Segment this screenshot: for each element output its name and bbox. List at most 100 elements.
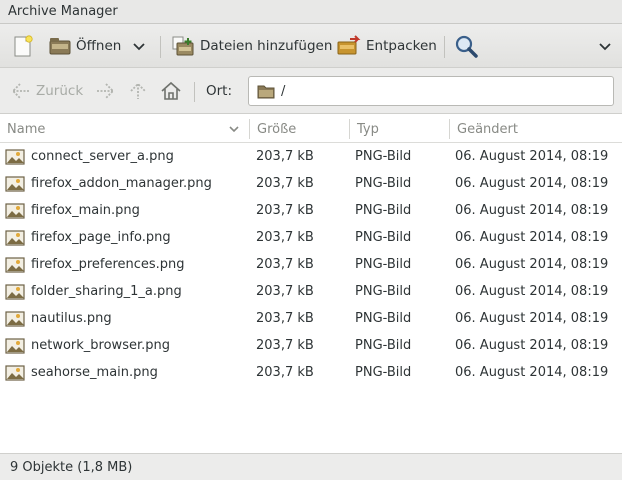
file-modified: 06. August 2014, 08:19 (455, 203, 609, 218)
folder-icon (257, 83, 275, 99)
image-file-icon (5, 224, 25, 251)
main-toolbar: Öffnen Dateien hinzufügen Entpacken (0, 24, 622, 68)
file-size: 203,7 kB (256, 257, 314, 272)
open-archive-icon (48, 35, 72, 57)
up-button[interactable] (128, 80, 148, 102)
search-button[interactable] (454, 32, 480, 60)
toolbar-separator (444, 36, 445, 58)
file-modified: 06. August 2014, 08:19 (455, 338, 609, 353)
file-size: 203,7 kB (256, 284, 314, 299)
add-files-button-label: Dateien hinzufügen (200, 38, 333, 54)
file-type: PNG-Bild (355, 257, 412, 272)
file-row[interactable]: connect_server_a.png 203,7 kB PNG-Bild 0… (0, 143, 622, 170)
location-label: Ort: (206, 83, 233, 99)
file-modified: 06. August 2014, 08:19 (455, 257, 609, 272)
file-list-header: Name Größe Typ Geändert (0, 115, 622, 143)
column-header-size[interactable]: Größe (250, 115, 348, 143)
file-row[interactable]: folder_sharing_1_a.png 203,7 kB PNG-Bild… (0, 278, 622, 305)
image-file-icon (5, 359, 25, 386)
new-archive-button[interactable] (10, 32, 36, 60)
column-header-type[interactable]: Typ (350, 115, 448, 143)
file-name: nautilus.png (31, 311, 112, 326)
file-type: PNG-Bild (355, 365, 412, 380)
file-name: firefox_main.png (31, 203, 140, 218)
file-size: 203,7 kB (256, 149, 314, 164)
column-header-modified[interactable]: Geändert (450, 115, 622, 143)
sort-chevron-icon (228, 123, 240, 135)
file-type: PNG-Bild (355, 230, 412, 245)
add-files-icon (170, 34, 196, 58)
file-modified: 06. August 2014, 08:19 (455, 284, 609, 299)
file-size: 203,7 kB (256, 230, 314, 245)
open-menu-dropdown[interactable] (132, 32, 146, 60)
home-button[interactable] (160, 80, 182, 102)
extract-button-label: Entpacken (366, 38, 437, 54)
image-file-icon (5, 143, 25, 170)
file-type: PNG-Bild (355, 311, 412, 326)
file-type: PNG-Bild (355, 176, 412, 191)
chevron-down-icon (598, 39, 612, 53)
file-modified: 06. August 2014, 08:19 (455, 311, 609, 326)
file-row[interactable]: network_browser.png 203,7 kB PNG-Bild 06… (0, 332, 622, 359)
file-modified: 06. August 2014, 08:19 (455, 176, 609, 191)
file-modified: 06. August 2014, 08:19 (455, 365, 609, 380)
image-file-icon (5, 305, 25, 332)
file-row[interactable]: firefox_preferences.png 203,7 kB PNG-Bil… (0, 251, 622, 278)
file-name: firefox_addon_manager.png (31, 176, 212, 191)
file-name: network_browser.png (31, 338, 170, 353)
open-button-label: Öffnen (76, 38, 122, 54)
new-archive-icon (10, 34, 36, 58)
image-file-icon (5, 251, 25, 278)
add-files-button[interactable]: Dateien hinzufügen (170, 32, 332, 60)
column-header-name-label: Name (7, 121, 46, 137)
back-arrow-icon (10, 82, 32, 100)
title-bar: Archive Manager (0, 0, 622, 24)
column-header-type-label: Typ (357, 121, 379, 137)
extract-icon (336, 34, 362, 58)
window-title: Archive Manager (8, 4, 118, 19)
chevron-down-icon (132, 39, 146, 53)
file-type: PNG-Bild (355, 284, 412, 299)
location-path: / (281, 83, 286, 99)
image-file-icon (5, 332, 25, 359)
file-row[interactable]: firefox_addon_manager.png 203,7 kB PNG-B… (0, 170, 622, 197)
file-name: folder_sharing_1_a.png (31, 284, 182, 299)
forward-arrow-icon (94, 82, 116, 100)
toolbar-overflow-menu[interactable] (598, 32, 612, 60)
status-text: 9 Objekte (1,8 MB) (10, 460, 133, 475)
file-modified: 06. August 2014, 08:19 (455, 230, 609, 245)
up-arrow-icon (128, 81, 148, 101)
file-modified: 06. August 2014, 08:19 (455, 149, 609, 164)
file-type: PNG-Bild (355, 149, 412, 164)
image-file-icon (5, 278, 25, 305)
file-name: seahorse_main.png (31, 365, 158, 380)
file-size: 203,7 kB (256, 365, 314, 380)
file-row[interactable]: firefox_page_info.png 203,7 kB PNG-Bild … (0, 224, 622, 251)
file-name: connect_server_a.png (31, 149, 174, 164)
location-separator (194, 82, 195, 102)
location-field[interactable]: / (248, 76, 614, 106)
image-file-icon (5, 170, 25, 197)
column-header-name[interactable]: Name (0, 115, 249, 143)
file-row[interactable]: nautilus.png 203,7 kB PNG-Bild 06. Augus… (0, 305, 622, 332)
search-icon (454, 34, 480, 58)
file-name: firefox_page_info.png (31, 230, 171, 245)
image-file-icon (5, 197, 25, 224)
file-size: 203,7 kB (256, 338, 314, 353)
file-type: PNG-Bild (355, 203, 412, 218)
location-bar: Zurück Ort: / (0, 68, 622, 114)
home-icon (160, 81, 182, 101)
file-size: 203,7 kB (256, 311, 314, 326)
column-header-size-label: Größe (257, 121, 297, 137)
column-header-modified-label: Geändert (457, 121, 518, 137)
back-button-label: Zurück (36, 83, 84, 99)
forward-button[interactable] (94, 80, 116, 102)
extract-button[interactable]: Entpacken (336, 32, 437, 60)
open-button[interactable]: Öffnen (48, 32, 121, 60)
file-type: PNG-Bild (355, 338, 412, 353)
file-row[interactable]: seahorse_main.png 203,7 kB PNG-Bild 06. … (0, 359, 622, 386)
back-button[interactable]: Zurück (10, 80, 83, 102)
file-size: 203,7 kB (256, 176, 314, 191)
file-row[interactable]: firefox_main.png 203,7 kB PNG-Bild 06. A… (0, 197, 622, 224)
file-size: 203,7 kB (256, 203, 314, 218)
